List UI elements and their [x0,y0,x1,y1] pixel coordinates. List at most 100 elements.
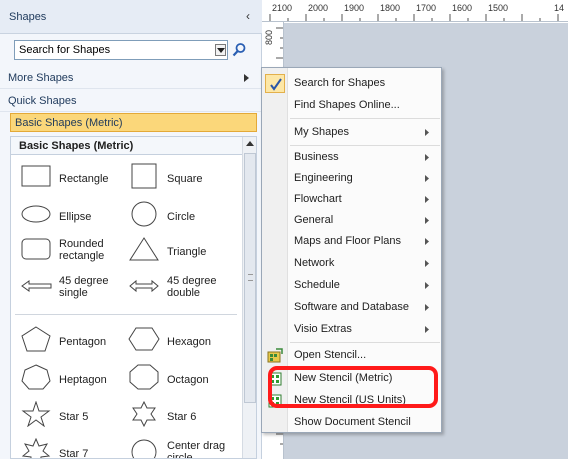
shape-label: 45 degree double [167,275,217,299]
menu-item-my-shapes[interactable]: My Shapes [262,121,441,143]
menu-item-software-and-database[interactable]: Software and Database [262,296,441,318]
shape-heptagon[interactable]: Heptagon [19,364,129,398]
shape-label-line2: single [59,287,88,299]
shape-label-line2: circle [167,452,193,459]
shape-label-line1: 45 degree [59,275,109,287]
rounded-rectangle-icon [21,238,51,260]
shape-label: Square [167,173,203,185]
pentagon-icon [21,326,51,352]
menu-item-flowchart[interactable]: Flowchart [262,188,441,210]
shape-label: Star 6 [167,411,197,423]
shapes-pane: Shapes ‹ More Shapes Quick Shapes Basic … [0,0,262,459]
shape-label-line1: Center drag [167,440,226,452]
collapse-pane-icon[interactable]: ‹ [241,9,255,23]
menu-item-new-stencil-us-units[interactable]: New Stencil (US Units) [262,389,441,411]
menu-separator [290,118,440,119]
scroll-thumb[interactable] [244,153,256,403]
triangle-icon [129,237,159,261]
menu-label: Software and Database [294,301,409,313]
top-ruler: 2100 2000 1900 1800 1700 1600 1500 14 [262,0,568,22]
menu-label: Find Shapes Online... [294,99,400,111]
left-ruler-label: 800 [264,30,274,46]
shape-label: Hexagon [167,336,212,348]
menu-label: Maps and Floor Plans [294,235,401,247]
menu-item-new-stencil-metric[interactable]: New Stencil (Metric) [262,367,441,389]
menu-item-maps-and-floor-plans[interactable]: Maps and Floor Plans [262,230,441,252]
shape-label-line2: double [167,287,201,299]
star5-icon [21,401,51,427]
shape-label-line1: 45 degree [167,275,217,287]
shape-pentagon[interactable]: Pentagon [19,326,129,360]
menu-item-engineering[interactable]: Engineering [262,167,441,189]
shape-triangle[interactable]: Triangle [127,236,237,270]
hexagon-icon [128,327,160,351]
stencil-divider [15,314,237,315]
shape-label-line1: Rounded [59,238,104,250]
star6-icon [132,401,156,427]
chevron-right-icon [425,282,429,289]
search-icon[interactable] [231,42,247,58]
basic-shapes-metric-button[interactable]: Basic Shapes (Metric) [10,113,257,132]
search-dropdown-button[interactable] [215,44,226,56]
chevron-right-icon [425,326,429,333]
menu-item-network[interactable]: Network [262,252,441,274]
dropdown-arrow-icon [217,48,225,53]
chevron-right-icon [425,154,429,161]
menu-label: Flowchart [294,193,342,205]
menu-item-show-document-stencil[interactable]: Show Document Stencil [262,411,441,433]
shape-hexagon[interactable]: Hexagon [127,326,237,360]
shape-star7[interactable]: Star 7 [19,438,129,459]
shape-rounded-rectangle[interactable]: Rounded rectangle [19,236,129,270]
single-arrow-icon [21,280,52,292]
search-row [14,40,246,62]
chevron-right-icon [425,175,429,182]
menu-item-general[interactable]: General [262,209,441,231]
new-stencil-icon [268,372,282,386]
chevron-right-icon [425,217,429,224]
menu-item-business[interactable]: Business [262,146,441,168]
shape-rectangle[interactable]: Rectangle [19,163,129,197]
menu-label: Business [294,151,339,163]
menu-label: General [294,214,334,226]
shape-star6[interactable]: Star 6 [127,401,237,435]
shape-ellipse[interactable]: Ellipse [19,201,129,235]
shape-45-degree-double[interactable]: 45 degree double [127,273,237,307]
more-shapes-button[interactable]: More Shapes [0,67,262,89]
menu-label: Open Stencil... [294,349,367,361]
menu-label: New Stencil (Metric) [294,372,393,384]
menu-item-visio-extras[interactable]: Visio Extras [262,318,441,340]
menu-label: Search for Shapes [294,77,386,89]
ruler-label: 1500 [488,3,509,13]
menu-label: Network [294,257,335,269]
shape-center-drag-circle[interactable]: Center drag circle [127,438,237,459]
chevron-right-icon [244,74,249,82]
menu-item-open-stencil[interactable]: Open Stencil... [262,344,441,366]
shape-circle[interactable]: Circle [127,201,237,235]
scroll-up-icon[interactable] [243,137,256,151]
menu-label: New Stencil (US Units) [294,394,406,406]
menu-item-find-shapes-online[interactable]: Find Shapes Online... [262,94,441,116]
stencil-scrollbar[interactable] [242,137,256,458]
shape-label-line2: rectangle [59,250,105,262]
menu-item-schedule[interactable]: Schedule [262,274,441,296]
shape-octagon[interactable]: Octagon [127,364,237,398]
shape-star5[interactable]: Star 5 [19,401,129,435]
search-shapes-input[interactable] [14,40,228,60]
menu-separator [290,342,440,343]
shape-label: Triangle [167,246,207,258]
quick-shapes-button[interactable]: Quick Shapes [0,90,262,112]
octagon-icon [129,364,159,390]
more-shapes-menu: Search for Shapes Find Shapes Online... … [261,67,442,433]
ruler-label: 1900 [344,3,365,13]
shape-square[interactable]: Square [127,163,237,197]
menu-item-search-for-shapes[interactable]: Search for Shapes [262,72,441,94]
stencil-title: Basic Shapes (Metric) [11,137,242,155]
shape-45-degree-single[interactable]: 45 degree single [19,273,129,307]
scroll-grip [248,274,253,281]
shape-label: Star 7 [59,448,89,459]
menu-label: Visio Extras [294,323,352,335]
double-arrow-icon [129,279,159,293]
chevron-right-icon [425,196,429,203]
menu-label: Engineering [294,172,353,184]
ruler-label: 14 [554,3,565,13]
